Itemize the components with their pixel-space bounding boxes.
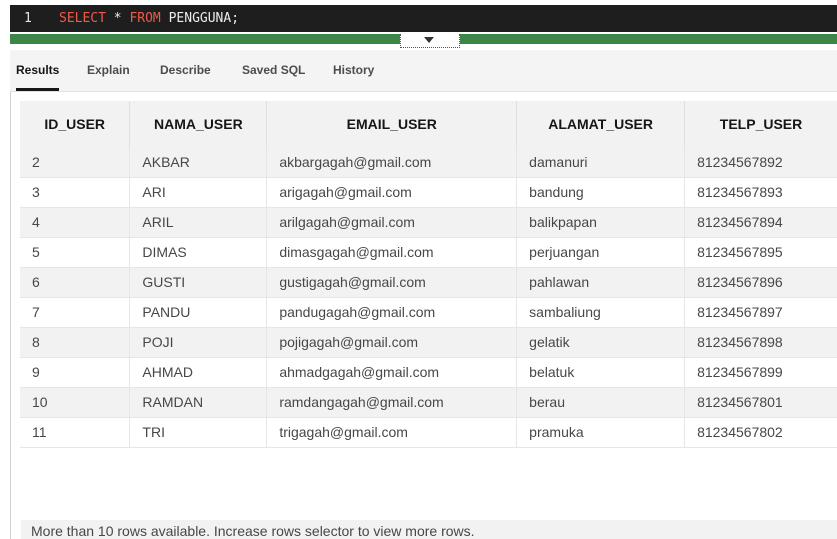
table-cell: TRI xyxy=(129,417,268,448)
table-cell: 81234567896 xyxy=(684,267,837,298)
table-cell: DIMAS xyxy=(129,237,268,268)
tab-results[interactable]: Results xyxy=(16,63,60,91)
table-cell: AKBAR xyxy=(129,147,268,178)
table-cell: 6 xyxy=(20,267,131,298)
table-cell: 4 xyxy=(20,207,131,238)
table-cell: ahmadgagah@gmail.com xyxy=(266,357,518,388)
table-cell: 2 xyxy=(20,147,131,178)
table-cell: dimasgagah@gmail.com xyxy=(266,237,518,268)
column-header-telp-user[interactable]: TELP_USER xyxy=(684,101,837,147)
sql-table-name: PENGGUNA; xyxy=(160,11,240,26)
table-row: 8 POJI pojigagah@gmail.com gelatik 812345678… xyxy=(20,327,837,358)
column-header-alamat-user[interactable]: ALAMAT_USER xyxy=(516,101,686,147)
tab-saved-sql[interactable]: Saved SQL xyxy=(242,63,305,77)
results-footer: More than 10 rows available. Increase ro… xyxy=(21,520,837,539)
table-cell: pramuka xyxy=(516,417,686,448)
select-star: * xyxy=(105,11,130,26)
table-cell: GUSTI xyxy=(129,267,268,298)
table-cell: berau xyxy=(516,387,686,418)
results-pane: ID_USER NAMA_USER EMAIL_USER ALAMAT_USER… xyxy=(10,92,837,539)
table-row: 5 DIMAS dimasgagah@gmail.com perjuangan 8123… xyxy=(20,237,837,268)
table-cell: 81234567801 xyxy=(684,387,837,418)
tab-explain[interactable]: Explain xyxy=(87,63,130,77)
table-row: 2 AKBAR akbargagah@gmail.com damanuri 812345… xyxy=(20,147,837,178)
table-row: 11 TRI trigagah@gmail.com pramuka 8123456780… xyxy=(20,417,837,448)
table-cell: PANDU xyxy=(129,297,268,328)
header-row: ID_USER NAMA_USER EMAIL_USER ALAMAT_USER… xyxy=(20,101,837,147)
table-cell: pandugagah@gmail.com xyxy=(266,297,518,328)
keyword-from: FROM xyxy=(129,11,161,26)
table-cell: ARI xyxy=(129,177,268,208)
table-cell: bandung xyxy=(516,177,686,208)
column-header-email-user[interactable]: EMAIL_USER xyxy=(266,101,518,147)
table-cell: perjuangan xyxy=(516,237,686,268)
sql-statement[interactable]: SELECT * FROM PENGGUNA; xyxy=(59,11,239,26)
table-cell: 8 xyxy=(20,327,131,358)
table-cell: trigagah@gmail.com xyxy=(266,417,518,448)
table-cell: 81234567893 xyxy=(684,177,837,208)
table-cell: 81234567894 xyxy=(684,207,837,238)
table-cell: AHMAD xyxy=(129,357,268,388)
tab-describe[interactable]: Describe xyxy=(160,63,211,77)
table-cell: ARIL xyxy=(129,207,268,238)
table-cell: arigagah@gmail.com xyxy=(266,177,518,208)
results-table: ID_USER NAMA_USER EMAIL_USER ALAMAT_USER… xyxy=(20,101,837,448)
table-row: 3 ARI arigagah@gmail.com bandung 81234567893 xyxy=(20,177,837,208)
splitter-handle[interactable] xyxy=(400,34,460,48)
table-cell: 3 xyxy=(20,177,131,208)
table-cell: akbargagah@gmail.com xyxy=(266,147,518,178)
table-cell: ramdangagah@gmail.com xyxy=(266,387,518,418)
column-header-id-user[interactable]: ID_USER xyxy=(20,101,131,147)
table-cell: 5 xyxy=(20,237,131,268)
table-row: 6 GUSTI gustigagah@gmail.com pahlawan 812345… xyxy=(20,267,837,298)
column-header-nama-user[interactable]: NAMA_USER xyxy=(129,101,268,147)
table-cell: pahlawan xyxy=(516,267,686,298)
keyword-select: SELECT xyxy=(59,11,106,26)
collapse-arrow-icon[interactable] xyxy=(424,37,434,43)
table-row: 7 PANDU pandugagah@gmail.com sambaliung 8123… xyxy=(20,297,837,328)
tab-history[interactable]: History xyxy=(333,63,374,77)
table-cell: RAMDAN xyxy=(129,387,268,418)
table-cell: POJI xyxy=(129,327,268,358)
table-cell: balikpapan xyxy=(516,207,686,238)
table-cell: 81234567897 xyxy=(684,297,837,328)
table-cell: arilgagah@gmail.com xyxy=(266,207,518,238)
table-cell: 9 xyxy=(20,357,131,388)
line-number: 1 xyxy=(24,11,32,26)
sql-editor[interactable]: 1 SELECT * FROM PENGGUNA; xyxy=(10,5,837,32)
table-cell: 81234567895 xyxy=(684,237,837,268)
table-cell: gelatik xyxy=(516,327,686,358)
table-cell: 11 xyxy=(20,417,131,448)
table-cell: sambaliung xyxy=(516,297,686,328)
table-cell: gustigagah@gmail.com xyxy=(266,267,518,298)
table-cell: 81234567802 xyxy=(684,417,837,448)
table-cell: 81234567898 xyxy=(684,327,837,358)
table-cell: damanuri xyxy=(516,147,686,178)
table-cell: 10 xyxy=(20,387,131,418)
table-row: 9 AHMAD ahmadgagah@gmail.com belatuk 8123456… xyxy=(20,357,837,388)
table-cell: 81234567892 xyxy=(684,147,837,178)
table-cell: pojigagah@gmail.com xyxy=(266,327,518,358)
table-cell: belatuk xyxy=(516,357,686,388)
output-tabs: Results Explain Describe Saved SQL Histo… xyxy=(10,50,837,92)
table-row: 4 ARIL arilgagah@gmail.com balikpapan 812345… xyxy=(20,207,837,238)
table-cell: 81234567899 xyxy=(684,357,837,388)
table-row: 10 RAMDAN ramdangagah@gmail.com berau 812345… xyxy=(20,387,837,418)
table-cell: 7 xyxy=(20,297,131,328)
